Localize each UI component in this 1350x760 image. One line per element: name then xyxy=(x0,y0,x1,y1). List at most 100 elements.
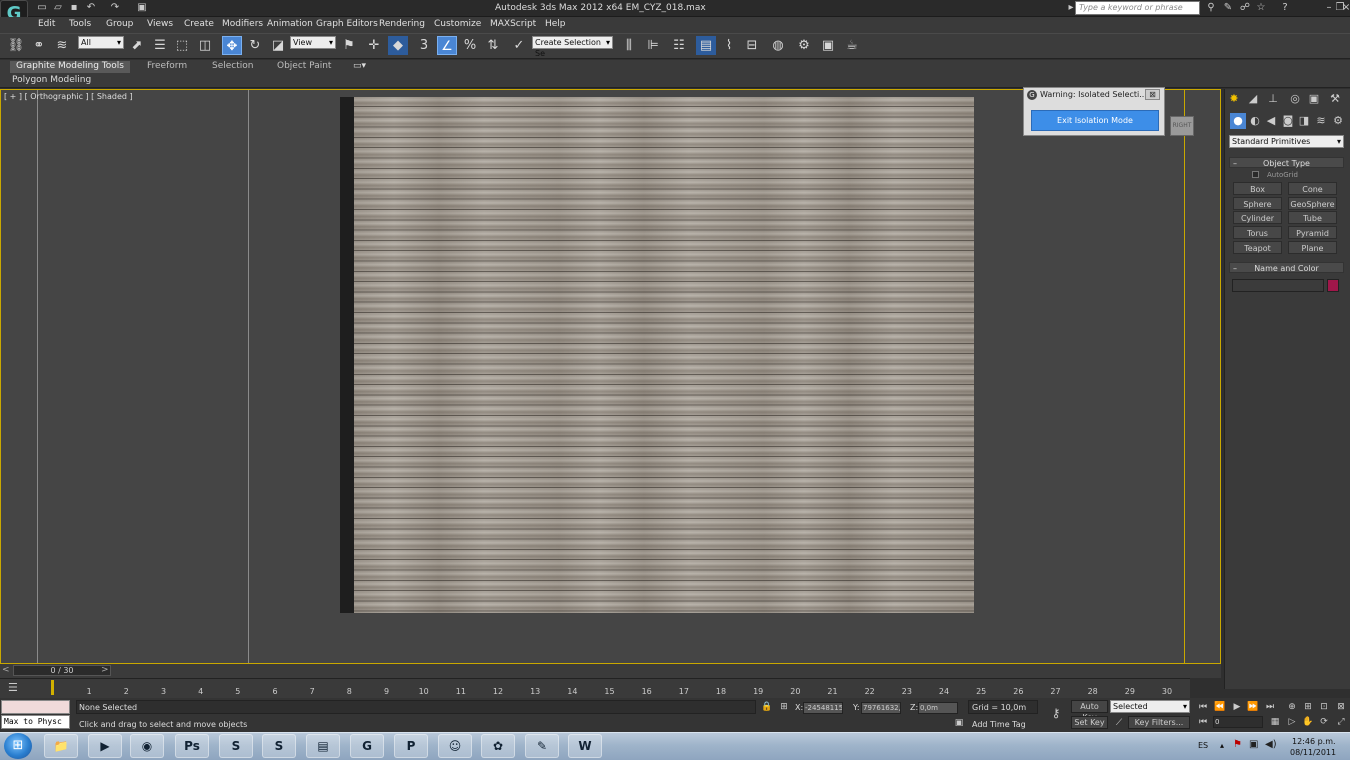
menu-create[interactable]: Create xyxy=(184,19,214,29)
ribbon-options-icon[interactable]: ▭▾ xyxy=(353,61,366,73)
new-file-icon[interactable]: ▭ xyxy=(35,2,49,14)
word-icon[interactable]: W xyxy=(568,734,602,758)
auto-key-button[interactable]: Auto Key xyxy=(1071,700,1108,722)
tab-graphite-modeling-tools[interactable]: Graphite Modeling Tools xyxy=(10,61,130,73)
geometry-icon[interactable]: ● xyxy=(1230,113,1246,129)
box-button[interactable]: Box xyxy=(1233,182,1282,195)
current-frame-field[interactable]: 0 xyxy=(1213,716,1263,728)
key-filters-button[interactable]: Key Filters... xyxy=(1128,716,1190,729)
rectangular-selection-icon[interactable]: ⬚ xyxy=(172,36,192,55)
menu-rendering[interactable]: Rendering xyxy=(379,19,425,29)
select-rotate-icon[interactable]: ↻ xyxy=(245,36,265,55)
sketchup-icon[interactable]: S xyxy=(219,734,253,758)
zoom-icon[interactable]: ⊕ xyxy=(1285,701,1299,713)
keyboard-shortcut-override-icon[interactable]: ◆ xyxy=(388,36,408,55)
binoculars-icon[interactable]: ⚲ xyxy=(1204,2,1218,14)
torus-button[interactable]: Torus xyxy=(1233,226,1282,239)
explorer-icon[interactable]: 📁 xyxy=(44,734,78,758)
subscription-icon[interactable]: ✎ xyxy=(1221,2,1235,14)
set-key-button[interactable]: Set Key xyxy=(1071,716,1108,729)
lights-icon[interactable]: ◀ xyxy=(1263,113,1279,129)
utilities-tab-icon[interactable]: ⚒ xyxy=(1327,91,1343,107)
percent-snap-icon[interactable]: % xyxy=(460,36,480,55)
name-color-rollout[interactable]: – Name and Color xyxy=(1229,262,1344,273)
spacewarps-icon[interactable]: ≋ xyxy=(1313,113,1329,129)
snaps-toggle-icon[interactable]: 3 xyxy=(414,36,434,55)
games-icon[interactable]: ✿ xyxy=(481,734,515,758)
select-manipulate-icon[interactable]: ✛ xyxy=(364,36,384,55)
object-color-swatch[interactable] xyxy=(1327,279,1339,292)
select-object-icon[interactable]: ⬈ xyxy=(127,36,147,55)
firefox-icon[interactable]: ◉ xyxy=(130,734,164,758)
window-crossing-icon[interactable]: ◫ xyxy=(195,36,215,55)
undo-icon[interactable]: ↶ xyxy=(84,2,98,14)
tab-freeform[interactable]: Freeform xyxy=(147,61,187,73)
menu-animation[interactable]: Animation xyxy=(267,19,313,29)
ribbon-polygon-modeling[interactable]: Polygon Modeling xyxy=(12,75,91,85)
object-name-field[interactable] xyxy=(1232,279,1324,292)
autogrid-checkbox[interactable] xyxy=(1252,171,1259,178)
skype-icon[interactable]: S xyxy=(262,734,296,758)
tab-object-paint[interactable]: Object Paint xyxy=(277,61,331,73)
zoom-all-icon[interactable]: ⊞ xyxy=(1301,701,1315,713)
start-button[interactable]: ⊞ xyxy=(4,733,32,759)
unlink-icon[interactable]: ⚭ xyxy=(29,36,49,55)
show-hidden-icons-icon[interactable]: ▴ xyxy=(1220,741,1224,750)
menu-tools[interactable]: Tools xyxy=(69,19,91,29)
prev-frame-icon[interactable]: < xyxy=(2,665,10,675)
mini-curve-editor-icon[interactable]: ☰ xyxy=(8,681,18,694)
network-icon[interactable]: ▣ xyxy=(1249,739,1258,750)
clock-date[interactable]: 08/11/2011 xyxy=(1290,748,1336,757)
save-file-icon[interactable]: ▪ xyxy=(67,2,81,14)
y-coordinate-field[interactable]: 79761632, xyxy=(861,702,901,714)
key-mode-dropdown[interactable]: Selected xyxy=(1110,700,1190,713)
render-setup-icon[interactable]: ⚙ xyxy=(794,36,814,55)
graphite-toggle-icon[interactable]: ▤ xyxy=(696,36,716,55)
bind-spacewarp-icon[interactable]: ≋ xyxy=(52,36,72,55)
favorites-icon[interactable]: ☆ xyxy=(1254,2,1268,14)
viewcube[interactable]: RIGHT xyxy=(1170,116,1194,136)
notes-icon[interactable]: ✎ xyxy=(525,734,559,758)
maximize-viewport-icon[interactable]: ⤢ xyxy=(1334,716,1348,728)
exit-isolation-button[interactable]: Exit Isolation Mode xyxy=(1031,110,1159,131)
sphere-button[interactable]: Sphere xyxy=(1233,197,1282,210)
time-slider[interactable]: 0 / 30 xyxy=(13,665,111,676)
maxscript-listener-top[interactable] xyxy=(1,700,70,714)
help-icon[interactable]: ? xyxy=(1278,2,1292,14)
close-icon[interactable]: ⊠ xyxy=(1145,89,1160,100)
select-move-icon[interactable]: ✥ xyxy=(222,36,242,55)
help-search-input[interactable]: Type a keyword or phrase xyxy=(1075,1,1200,15)
curve-editor-icon[interactable]: ⌇ xyxy=(719,36,739,55)
key-icon[interactable]: ⚷ xyxy=(1046,707,1066,719)
rendered-frame-icon[interactable]: ▣ xyxy=(818,36,838,55)
play-icon[interactable]: ▶ xyxy=(1230,701,1244,713)
layer-manager-icon[interactable]: ☷ xyxy=(669,36,689,55)
mirror-icon[interactable]: ⫼ xyxy=(619,36,639,55)
menu-edit[interactable]: Edit xyxy=(38,19,55,29)
menu-graph-editors[interactable]: Graph Editors xyxy=(316,19,378,29)
absolute-mode-icon[interactable]: ⊞ xyxy=(777,701,791,713)
menu-views[interactable]: Views xyxy=(147,19,173,29)
link-icon[interactable]: ⛓ xyxy=(6,36,26,55)
pan-view-icon[interactable]: ✋ xyxy=(1301,716,1315,728)
cameras-icon[interactable]: ◙ xyxy=(1280,113,1296,129)
menu-help[interactable]: Help xyxy=(545,19,566,29)
motion-tab-icon[interactable]: ◎ xyxy=(1287,91,1303,107)
volume-icon[interactable]: ◀) xyxy=(1265,739,1277,750)
project-folder-icon[interactable]: ▣ xyxy=(135,2,149,14)
zoom-extents-all-icon[interactable]: ⊠ xyxy=(1334,701,1348,713)
schematic-view-icon[interactable]: ⊟ xyxy=(742,36,762,55)
menu-modifiers[interactable]: Modifiers xyxy=(222,19,263,29)
next-frame-icon[interactable]: > xyxy=(101,665,109,675)
orbit-icon[interactable]: ⟳ xyxy=(1317,716,1331,728)
go-to-start-icon[interactable]: ⏮ xyxy=(1196,701,1210,713)
open-file-icon[interactable]: ▱ xyxy=(51,2,65,14)
z-coordinate-field[interactable]: 0,0m xyxy=(918,702,958,714)
time-configuration-icon[interactable]: ▦ xyxy=(1268,716,1282,728)
default-tangents-icon[interactable]: ⟋ xyxy=(1112,717,1126,729)
named-selection-dropdown[interactable]: Create Selection Se xyxy=(532,36,613,58)
teapot-button[interactable]: Teapot xyxy=(1233,241,1282,254)
select-scale-icon[interactable]: ◪ xyxy=(268,36,288,55)
viewport-label[interactable]: [ + ] [ Orthographic ] [ Shaded ] xyxy=(4,92,133,101)
communication-icon[interactable]: ☍ xyxy=(1238,2,1252,14)
